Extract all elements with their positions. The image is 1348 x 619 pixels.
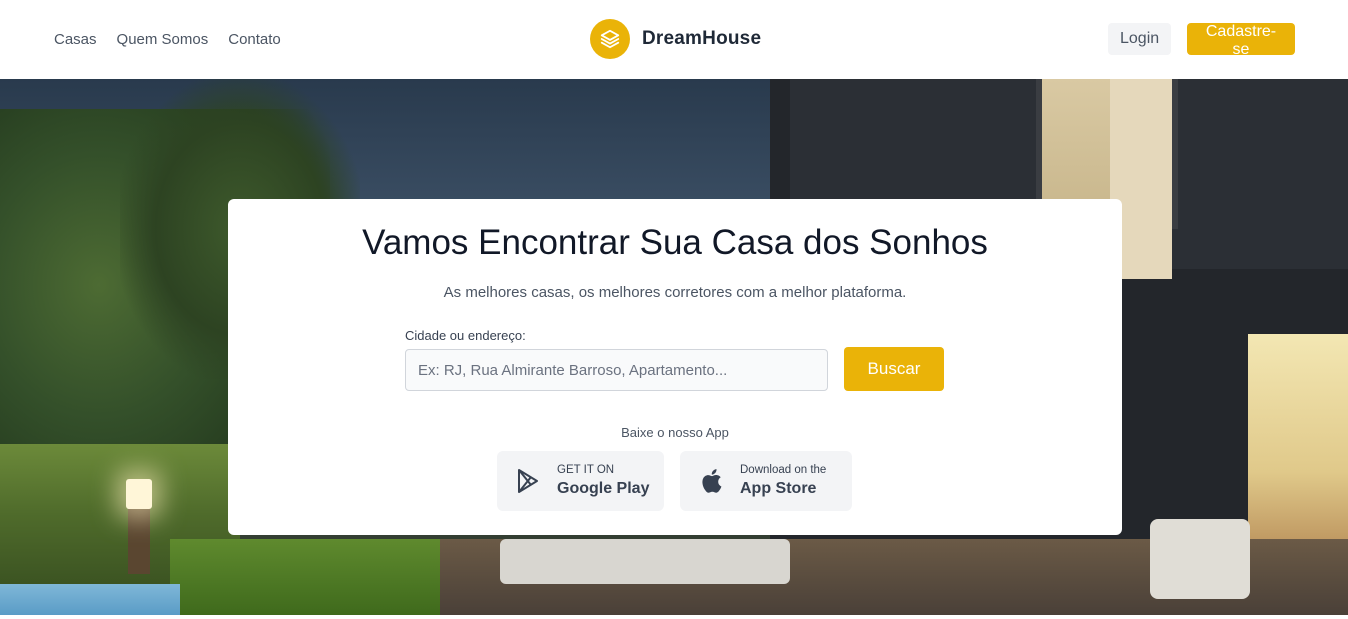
nav-link-casas[interactable]: Casas	[54, 31, 97, 48]
top-navbar: Casas Quem Somos Contato DreamHouse Logi…	[0, 0, 1348, 79]
app-store-button[interactable]: Download on the App Store	[680, 451, 852, 511]
app-download-label: Baixe o nosso App	[621, 425, 729, 440]
hero-background-chair	[1150, 519, 1250, 599]
nav-link-contato[interactable]: Contato	[228, 31, 281, 48]
app-store-text: Download on the App Store	[740, 463, 826, 499]
app-store-label: App Store	[740, 480, 817, 497]
brand-name: DreamHouse	[642, 28, 762, 49]
google-play-button[interactable]: GET IT ON Google Play	[497, 451, 664, 511]
search-label: Cidade ou endereço:	[405, 328, 526, 343]
hero-background-lamp-light	[126, 479, 152, 509]
brand[interactable]: DreamHouse	[590, 19, 761, 59]
apple-icon	[698, 468, 724, 494]
hero-background-grass	[170, 539, 470, 615]
search-card: Vamos Encontrar Sua Casa dos Sonhos As m…	[228, 199, 1122, 535]
hero-background-sofa	[500, 539, 790, 584]
hero-subtitle: As melhores casas, os melhores corretore…	[443, 284, 907, 301]
login-button[interactable]: Login	[1108, 23, 1171, 55]
search-button[interactable]: Buscar	[844, 347, 944, 391]
layers-logo-icon	[590, 19, 630, 59]
signup-button[interactable]: Cadastre-se	[1187, 23, 1295, 58]
google-play-label: Google Play	[557, 480, 650, 497]
main-nav: Casas Quem Somos Contato	[54, 0, 281, 79]
hero-title: Vamos Encontrar Sua Casa dos Sonhos	[362, 223, 988, 262]
hero-background-pool	[0, 584, 180, 615]
google-play-icon	[515, 468, 541, 494]
google-play-text: GET IT ON Google Play	[557, 463, 649, 499]
hero-background-lit-window	[1248, 334, 1348, 564]
google-play-small-label: GET IT ON	[557, 464, 615, 476]
app-store-small-label: Download on the	[740, 464, 827, 476]
nav-link-quem-somos[interactable]: Quem Somos	[117, 31, 209, 48]
header-actions: Login Cadastre-se	[1108, 23, 1295, 58]
search-input[interactable]	[405, 349, 828, 391]
